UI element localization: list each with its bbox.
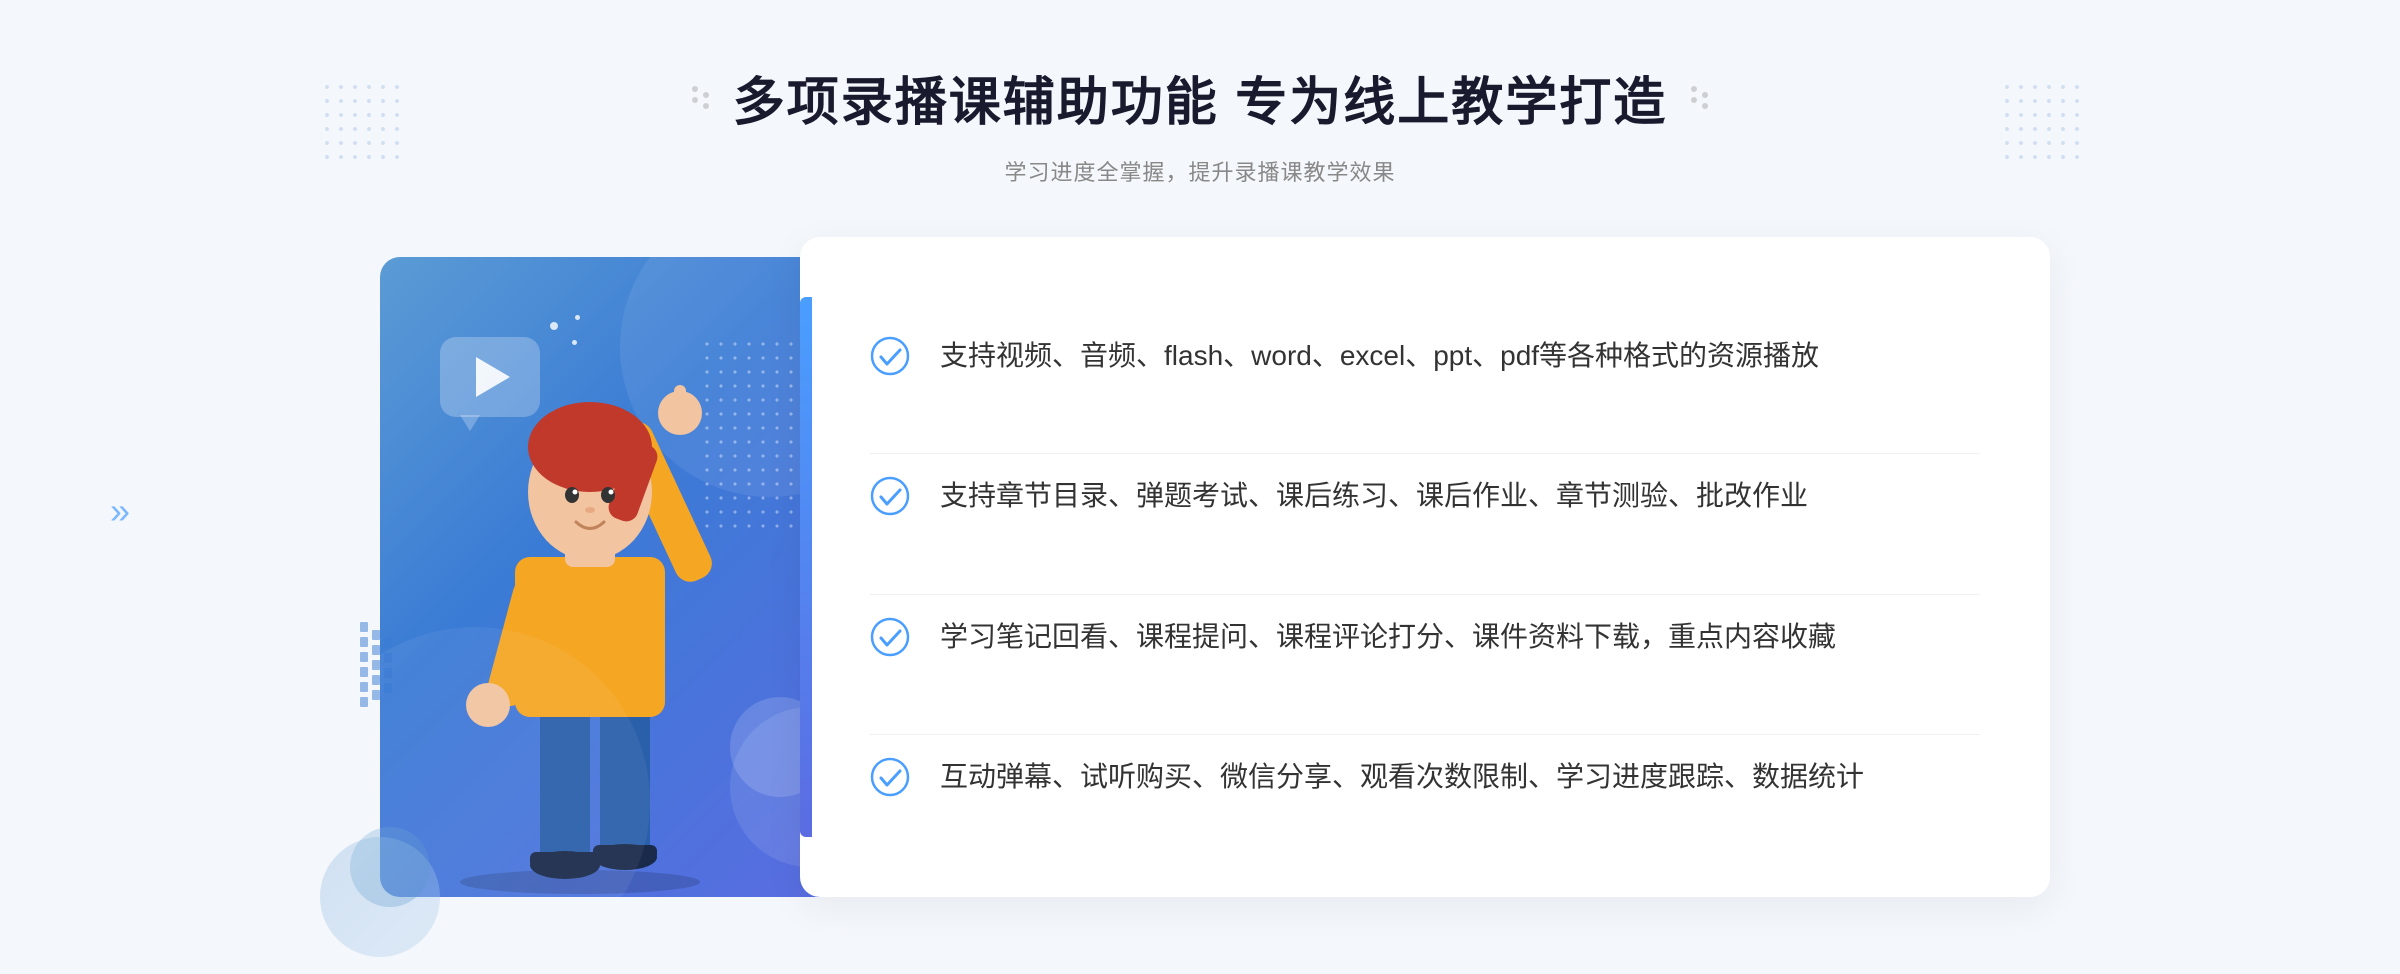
feature-item-1: 支持视频、音频、flash、word、excel、ppt、pdf等各种格式的资源…: [870, 314, 1980, 399]
feature-text-4: 互动弹幕、试听购买、微信分享、观看次数限制、学习进度跟踪、数据统计: [940, 755, 1864, 800]
header-section: 多项录播课辅助功能 专为线上教学打造 学习进度全掌握，提升录播课教学效果: [0, 60, 2400, 187]
content-area: 支持视频、音频、flash、word、excel、ppt、pdf等各种格式的资源…: [350, 237, 2050, 957]
check-icon-3: [870, 617, 910, 657]
illustration-bg: [380, 257, 860, 897]
check-icon-2: [870, 476, 910, 516]
check-icon-1: [870, 336, 910, 376]
feature-text-1: 支持视频、音频、flash、word、excel、ppt、pdf等各种格式的资源…: [940, 334, 1819, 379]
deco-ring-small: [350, 827, 430, 907]
feature-item-3: 学习笔记回看、课程提问、课程评论打分、课件资料下载，重点内容收藏: [870, 594, 1980, 680]
stripe-deco: [360, 622, 392, 707]
sparkle-3: [572, 332, 577, 350]
sparkle-1: [550, 317, 558, 335]
feature-item-2: 支持章节目录、弹题考试、课后练习、课后作业、章节测验、批改作业: [870, 453, 1980, 539]
feature-text-3: 学习笔记回看、课程提问、课程评论打分、课件资料下载，重点内容收藏: [940, 615, 1836, 660]
blue-accent-bar: [800, 297, 812, 837]
subtitle: 学习进度全掌握，提升录播课教学效果: [0, 155, 2400, 187]
play-bubble: [440, 337, 560, 437]
title-wrapper: 多项录播课辅助功能 专为线上教学打造: [0, 60, 2400, 135]
title-deco-left: [692, 86, 709, 109]
sparkle-2: [575, 307, 580, 325]
main-title: 多项录播课辅助功能 专为线上教学打造: [733, 60, 1667, 135]
feature-item-4: 互动弹幕、试听购买、微信分享、观看次数限制、学习进度跟踪、数据统计: [870, 734, 1980, 820]
arrow-deco-left: »: [110, 490, 130, 532]
title-deco-right: [1691, 86, 1708, 109]
check-icon-4: [870, 757, 910, 797]
feature-text-2: 支持章节目录、弹题考试、课后练习、课后作业、章节测验、批改作业: [940, 474, 1808, 519]
right-panel: 支持视频、音频、flash、word、excel、ppt、pdf等各种格式的资源…: [800, 237, 2050, 897]
page-wrapper: » 多项录播课辅助功能 专为线上教学打造: [0, 0, 2400, 974]
bottom-left-deco: [320, 817, 460, 957]
play-bubble-inner: [440, 337, 540, 417]
play-triangle-icon: [476, 357, 510, 397]
